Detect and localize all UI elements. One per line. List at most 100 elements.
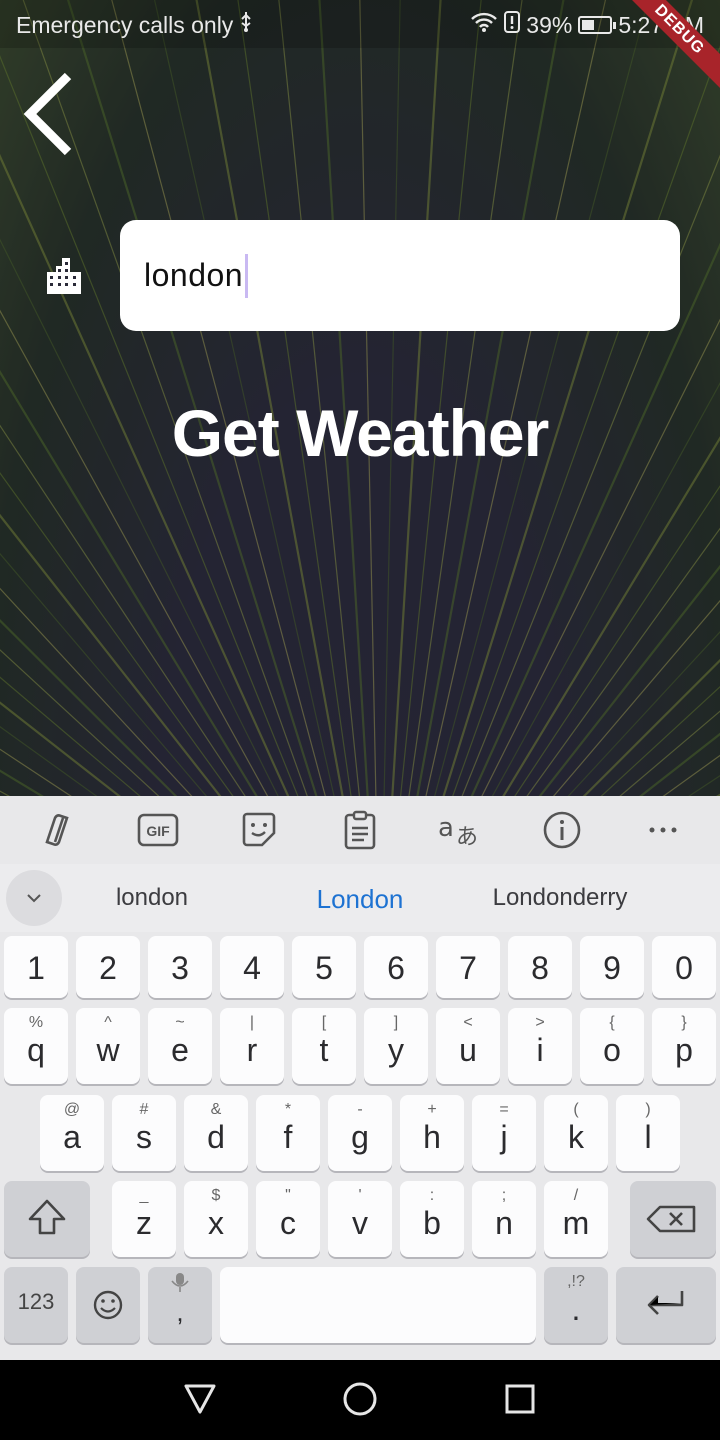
key-2[interactable]: 2 — [76, 936, 140, 998]
key-t-label: t — [319, 1032, 329, 1068]
enter-key[interactable] — [616, 1267, 716, 1343]
key-f[interactable]: * f — [256, 1095, 320, 1171]
key-l-alt-label: ) — [645, 1101, 651, 1118]
key-e[interactable]: ~ e — [148, 1008, 212, 1084]
key-y[interactable]: ] y — [364, 1008, 428, 1084]
comma-key-label: , — [176, 1297, 184, 1327]
key-g[interactable]: -g — [328, 1095, 392, 1171]
key-l[interactable]: ) l — [616, 1095, 680, 1171]
status-carrier-text: Emergency calls only — [16, 11, 234, 38]
key-r[interactable]: | r — [220, 1008, 284, 1084]
numbers-key[interactable]: 123 — [4, 1267, 68, 1343]
key-8-label: 8 — [531, 950, 549, 986]
key-q[interactable]: % q — [4, 1008, 68, 1084]
key-b[interactable]: :b — [400, 1181, 464, 1257]
key-j-label: j — [500, 1119, 508, 1155]
shift-icon — [28, 1199, 66, 1235]
key-d[interactable]: & d — [184, 1095, 248, 1171]
key-x[interactable]: $ x — [184, 1181, 248, 1257]
key-j[interactable]: = j — [472, 1095, 536, 1171]
key-m[interactable]: / m — [544, 1181, 608, 1257]
back-nav-icon[interactable] — [184, 1384, 216, 1414]
clipboard-icon[interactable] — [330, 800, 390, 860]
key-g-alt-label: - — [357, 1101, 363, 1118]
key-1[interactable]: 1 — [4, 936, 68, 998]
key-h[interactable]: + h — [400, 1095, 464, 1171]
key-n-label: n — [495, 1205, 513, 1241]
key-4[interactable]: 4 — [220, 936, 284, 998]
recents-nav-icon[interactable] — [505, 1384, 535, 1414]
key-c[interactable]: " c — [256, 1181, 320, 1257]
key-m-label: m — [562, 1205, 590, 1241]
svg-text:GIF: GIF — [146, 823, 170, 839]
key-b-alt-label: : — [429, 1187, 435, 1204]
get-weather-button[interactable]: Get Weather — [0, 395, 720, 471]
period-key-alt-label: ,!? — [567, 1273, 585, 1290]
space-key[interactable] — [220, 1267, 536, 1343]
status-bar: Emergency calls only 39% 5:27 PM — [0, 0, 720, 48]
key-i[interactable]: > i — [508, 1008, 572, 1084]
suggestion-bar: london London Londonderry — [0, 864, 720, 932]
gif-icon[interactable]: GIF — [128, 800, 188, 860]
key-9[interactable]: 9 — [580, 936, 644, 998]
comma-key[interactable]: , — [148, 1267, 212, 1343]
key-9-label: 9 — [603, 950, 621, 986]
key-0[interactable]: 0 — [652, 936, 716, 998]
suggestion-1[interactable]: london — [52, 884, 252, 912]
key-q-label: q — [27, 1032, 45, 1068]
key-s[interactable]: # s — [112, 1095, 176, 1171]
key-n[interactable]: ; n — [472, 1181, 536, 1257]
key-3[interactable]: 3 — [148, 936, 212, 998]
key-5[interactable]: 5 — [292, 936, 356, 998]
key-o[interactable]: {o — [580, 1008, 644, 1084]
key-w-label: w — [96, 1032, 120, 1068]
key-6[interactable]: 6 — [364, 936, 428, 998]
key-w[interactable]: ^ w — [76, 1008, 140, 1084]
backspace-key[interactable] — [630, 1181, 716, 1257]
key-x-alt-label: $ — [211, 1187, 221, 1204]
key-z-alt-label: _ — [139, 1187, 149, 1204]
battery-percent: 39% — [526, 11, 573, 38]
key-a[interactable]: @ a — [40, 1095, 104, 1171]
key-k-label: k — [568, 1119, 584, 1155]
key-u[interactable]: < u — [436, 1008, 500, 1084]
more-options-icon[interactable] — [633, 800, 693, 860]
home-nav-icon[interactable] — [343, 1382, 377, 1416]
key-v[interactable]: ' v — [328, 1181, 392, 1257]
key-t[interactable]: [t — [292, 1008, 356, 1084]
key-x-label: x — [208, 1205, 224, 1241]
key-z[interactable]: _ z — [112, 1181, 176, 1257]
key-8[interactable]: 8 — [508, 936, 572, 998]
key-e-alt-label: ~ — [175, 1014, 185, 1031]
emoji-key[interactable] — [76, 1267, 140, 1343]
key-7[interactable]: 7 — [436, 936, 500, 998]
key-k-alt-label: ( — [573, 1101, 579, 1118]
key-v-alt-label: ' — [358, 1187, 362, 1204]
info-icon[interactable] — [532, 800, 592, 860]
back-button[interactable] — [20, 70, 80, 160]
key-p[interactable]: } p — [652, 1008, 716, 1084]
key-b-label: b — [423, 1205, 441, 1241]
period-key[interactable]: ,!?. — [544, 1267, 608, 1343]
key-z-label: z — [136, 1205, 152, 1241]
battery-icon — [578, 16, 617, 34]
city-icon — [44, 256, 84, 296]
key-k[interactable]: (k — [544, 1095, 608, 1171]
key-0-label: 0 — [675, 950, 693, 986]
suggestion-3[interactable]: Londonderry — [460, 884, 660, 912]
period-key-label: . — [571, 1291, 581, 1327]
key-d-label: d — [207, 1119, 225, 1155]
suggestion-2[interactable]: London — [260, 884, 460, 915]
key-o-alt-label: { — [609, 1014, 615, 1031]
shift-key[interactable] — [4, 1181, 90, 1257]
enter-icon — [647, 1291, 684, 1315]
text-cursor — [245, 253, 249, 298]
translate-icon[interactable]: aあ — [431, 800, 491, 860]
key-m-alt-label: / — [573, 1187, 579, 1204]
numbers-key-label: 123 — [17, 1289, 55, 1314]
city-input[interactable]: london — [120, 220, 680, 331]
sticker-icon[interactable] — [229, 800, 289, 860]
key-i-alt-label: > — [535, 1014, 545, 1031]
key-n-alt-label: ; — [501, 1187, 507, 1204]
copilot-icon[interactable] — [27, 800, 87, 860]
